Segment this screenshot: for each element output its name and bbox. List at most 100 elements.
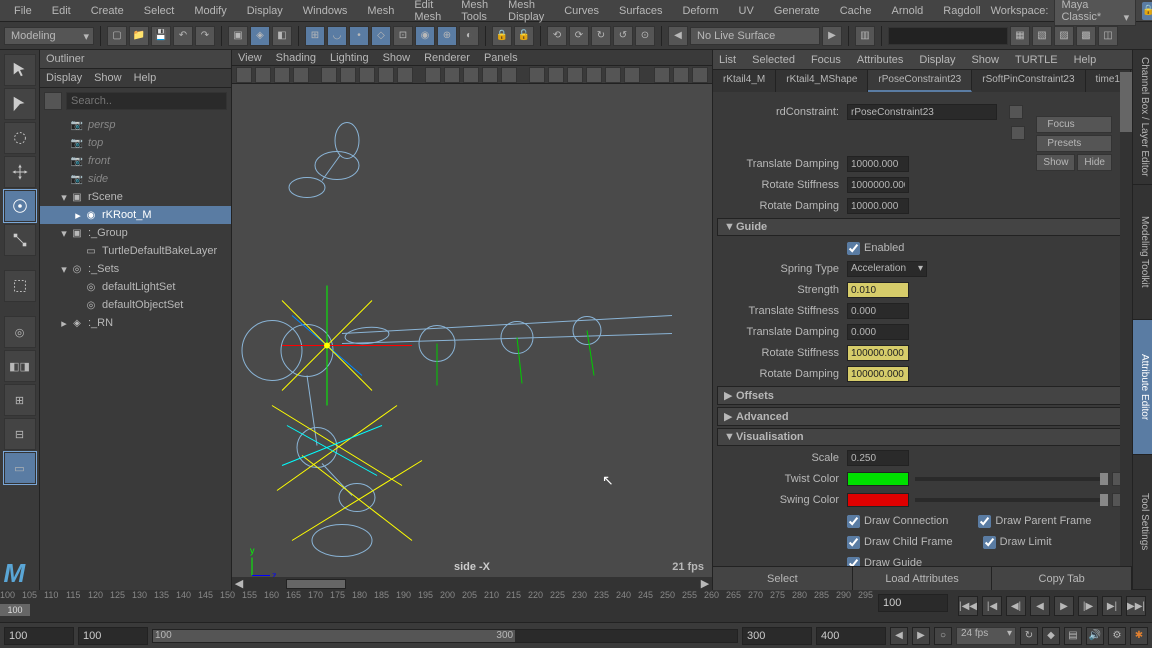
construction-hist-icon[interactable]: ▥ [855,26,875,46]
interactive-icon[interactable]: ◐ [459,26,479,46]
sym-toggle-icon[interactable]: ◧◨ [4,350,36,382]
ae-copy-button[interactable]: Copy Tab [992,567,1132,590]
vp-menu-show[interactable]: Show [383,52,411,64]
sym-x-icon[interactable]: ⟳ [569,26,589,46]
vp-dof-icon[interactable] [624,67,640,83]
select-tool-icon[interactable] [4,54,36,86]
sym-off-icon[interactable]: ⟲ [547,26,567,46]
menu-mesh[interactable]: Mesh [357,2,404,20]
menu-edit[interactable]: Edit [42,2,81,20]
attr-rd-field[interactable] [847,198,909,214]
swing-color-slider[interactable] [915,498,1106,502]
ae-menu-attributes[interactable]: Attributes [857,54,903,66]
command-search-input[interactable] [888,27,1008,45]
vis-scale-field[interactable] [847,450,909,466]
sel-object-icon[interactable]: ◈ [250,26,270,46]
menu-meshtools[interactable]: Mesh Tools [451,0,498,26]
section-offsets[interactable]: ▶Offsets [717,386,1126,405]
menuset-dropdown[interactable]: Modeling [4,27,94,45]
outliner-menu-help[interactable]: Help [134,72,157,84]
lock-sel-icon[interactable]: 🔒 [492,26,512,46]
move-tool-icon[interactable] [4,156,36,188]
save-icon[interactable]: 💾 [151,26,171,46]
twist-color-swatch[interactable] [847,472,909,486]
play-start-field[interactable] [78,627,148,645]
play-back-icon[interactable]: ◀ [1030,596,1050,616]
sym-y-icon[interactable]: ↻ [591,26,611,46]
current-time-marker[interactable]: 100 [0,604,30,616]
menu-select[interactable]: Select [134,2,185,20]
last-tool-icon[interactable] [4,270,36,302]
attr-td-field[interactable] [847,156,909,172]
play-end-field[interactable] [742,627,812,645]
ae-node-name-field[interactable] [847,104,997,120]
snap-curve-icon[interactable]: ◡ [327,26,347,46]
ae-menu-list[interactable]: List [719,54,736,66]
outliner-item-7[interactable]: ▭TurtleDefaultBakeLayer [40,242,231,260]
live-arrow-l-icon[interactable]: ◀ [668,26,688,46]
ae-tab-0[interactable]: rKtail4_M [713,70,776,92]
ae-menu-focus[interactable]: Focus [811,54,841,66]
outliner-item-6[interactable]: ▾▣:_Group [40,224,231,242]
snap-plane-icon[interactable]: ◇ [371,26,391,46]
vp-tex-icon[interactable] [463,67,479,83]
vp-film-icon[interactable] [340,67,356,83]
vp-light-icon[interactable] [482,67,498,83]
snap-live-icon[interactable]: ◉ [415,26,435,46]
paint-select-icon[interactable] [4,122,36,154]
char-icon[interactable]: ✱ [1130,627,1148,645]
redo-icon[interactable]: ↷ [195,26,215,46]
vp-exp2-icon[interactable] [673,67,689,83]
section-visualisation[interactable]: ▼Visualisation [717,428,1126,446]
outliner-menu-show[interactable]: Show [94,72,122,84]
ae-tab-1[interactable]: rKtail4_MShape [776,70,868,92]
rail-tool[interactable]: Tool Settings [1133,455,1152,590]
vp-menu-shading[interactable]: Shading [276,52,316,64]
outliner-item-5[interactable]: ▸◉rKRoot_M [40,206,231,224]
audio-icon[interactable]: 🔊 [1086,627,1104,645]
go-end-icon[interactable]: ▶▶| [1126,596,1146,616]
graph-icon[interactable]: ▤ [1064,627,1082,645]
snap-view-icon[interactable]: ⊡ [393,26,413,46]
key-icon[interactable]: ◆ [1042,627,1060,645]
swing-color-swatch[interactable] [847,493,909,507]
draw-child-checkbox[interactable]: Draw Child Frame [847,536,953,549]
open-icon[interactable]: 📁 [129,26,149,46]
ae-menu-turtle[interactable]: TURTLE [1015,54,1058,66]
rotate-tool-icon[interactable] [4,190,36,222]
render-set-icon[interactable]: ▩ [1076,26,1096,46]
ae-out-conn-icon[interactable] [1011,126,1025,140]
outliner-item-8[interactable]: ▾◎:_Sets [40,260,231,278]
draw-guide-checkbox[interactable]: Draw Guide [847,557,922,567]
ae-show-button[interactable]: Show [1036,154,1075,171]
ae-presets-button[interactable]: Presets [1036,135,1112,152]
guide-strength-field[interactable] [847,282,909,298]
outliner-item-4[interactable]: ▾▣rScene [40,188,231,206]
rail-attribute[interactable]: Attribute Editor [1133,320,1152,455]
outliner-item-1[interactable]: 📷top [40,134,231,152]
lasso-tool-icon[interactable] [4,88,36,120]
render-view-icon[interactable]: ▦ [1010,26,1030,46]
prefs-icon[interactable]: ⚙ [1108,627,1126,645]
outliner-search-input[interactable] [66,92,227,110]
vp-iso-icon[interactable] [529,67,545,83]
vp-menu-panels[interactable]: Panels [484,52,518,64]
outliner-item-0[interactable]: 📷persp [40,116,231,134]
vp-menu-lighting[interactable]: Lighting [330,52,369,64]
range-arrow-l-icon[interactable]: ◀ [890,627,908,645]
menu-file[interactable]: File [4,2,42,20]
soft-select-icon[interactable]: ◎ [4,316,36,348]
outliner-item-3[interactable]: 📷side [40,170,231,188]
draw-connection-checkbox[interactable]: Draw Connection [847,515,948,528]
vp-shadow-icon[interactable] [501,67,517,83]
undo-icon[interactable]: ↶ [173,26,193,46]
grid-1-icon[interactable]: ⊞ [4,384,36,416]
ae-in-conn-icon[interactable] [1009,105,1023,119]
step-back-key-icon[interactable]: |◀ [982,596,1002,616]
ae-tab-3[interactable]: rSoftPinConstraint23 [972,70,1085,92]
guide-rd-field[interactable] [847,366,909,382]
section-advanced[interactable]: ▶Advanced [717,407,1126,426]
unlock-sel-icon[interactable]: 🔓 [514,26,534,46]
menu-curves[interactable]: Curves [554,2,609,20]
current-frame-field[interactable] [878,594,948,612]
